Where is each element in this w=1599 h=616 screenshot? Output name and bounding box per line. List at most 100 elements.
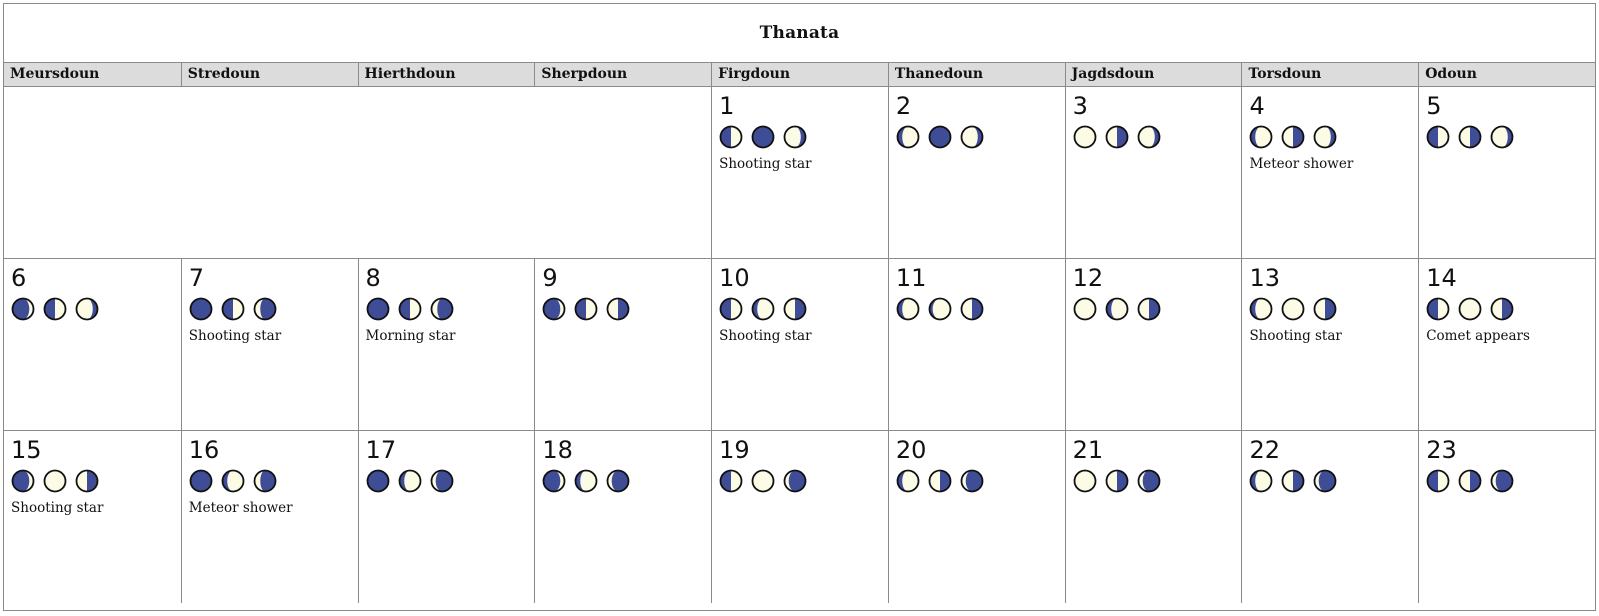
moon-phase-icon (1490, 297, 1514, 321)
moon-phases (896, 296, 1065, 322)
moon-phases (189, 296, 358, 322)
moon-phase-icon (1314, 297, 1337, 321)
day-event: Shooting star (719, 156, 812, 172)
moon-phase-icon (1137, 297, 1161, 321)
day-number: 9 (542, 264, 558, 292)
day-cell: 12 (1064, 259, 1242, 430)
moon-phase-icon (75, 297, 99, 321)
day-cell: 16 Meteor shower (180, 431, 358, 603)
moon-phase-icon (960, 297, 984, 321)
moon-phase-icon (1105, 297, 1129, 321)
weekday-header: Jagdsdoun (1064, 63, 1242, 86)
moon-phase-icon (719, 297, 743, 321)
moon-phase-icon (75, 469, 99, 493)
moon-phase-icon (1458, 469, 1482, 493)
day-cell: 11 (887, 259, 1065, 430)
moon-phase-icon (366, 297, 389, 321)
day-number: 5 (1426, 92, 1442, 120)
moon-phase-icon (751, 125, 775, 149)
moon-phase-icon (1426, 469, 1450, 493)
moon-phase-icon (430, 469, 453, 493)
day-number: 8 (365, 264, 381, 292)
moon-phase-icon (398, 469, 421, 493)
moon-phase-icon (719, 469, 743, 493)
day-event: Shooting star (719, 328, 812, 344)
day-number: 4 (1249, 92, 1265, 120)
day-number: 15 (11, 436, 42, 464)
moon-phase-icon (1490, 125, 1514, 149)
day-number: 16 (188, 436, 220, 464)
moon-phase-icon (1105, 125, 1129, 149)
day-cell: 18 (534, 431, 711, 603)
day-number: 12 (1072, 264, 1104, 292)
moon-phases (1249, 124, 1418, 150)
moon-phase-icon (783, 469, 807, 493)
moon-phase-icon (1073, 125, 1097, 149)
moon-phase-icon (928, 469, 952, 493)
moon-phase-icon (11, 297, 35, 321)
day-event: Meteor shower (1249, 156, 1354, 172)
moon-phase-icon (928, 297, 952, 321)
moon-phase-icon (1282, 469, 1305, 493)
weekday-header-row: Meursdoun Stredoun Hierthdoun Sherpdoun … (4, 63, 1595, 87)
moon-phase-icon (1426, 125, 1450, 149)
moon-phases (542, 296, 711, 322)
empty-day-cell (534, 87, 711, 258)
moon-phases (366, 296, 535, 322)
moon-phase-icon (189, 469, 213, 493)
moon-phase-icon (751, 469, 775, 493)
moon-phase-icon (1426, 297, 1450, 321)
moon-phase-icon (751, 297, 775, 321)
moon-phase-icon (783, 125, 807, 149)
moon-phase-icon (960, 469, 984, 493)
moon-phase-icon (1458, 297, 1482, 321)
moon-phases (11, 468, 181, 494)
moon-phases (1426, 468, 1595, 494)
day-cell: 13 Shooting star (1241, 259, 1418, 430)
day-event: Morning star (365, 328, 456, 344)
day-cell: 1 Shooting star (711, 87, 888, 258)
moon-phase-icon (1250, 125, 1273, 149)
moon-phase-icon (896, 297, 920, 321)
moon-phase-icon (398, 297, 421, 321)
moon-phase-icon (1137, 125, 1161, 149)
moon-phase-icon (11, 469, 35, 493)
day-number: 6 (11, 264, 27, 292)
day-cell: 3 (1064, 87, 1242, 258)
day-cell: 2 (887, 87, 1065, 258)
moon-phase-icon (542, 297, 566, 321)
day-cell: 17 (357, 431, 535, 603)
day-cell: 19 (711, 431, 888, 603)
moon-phases (719, 468, 888, 494)
moon-phase-icon (1314, 125, 1337, 149)
day-cell: 8 Morning star (357, 259, 535, 430)
weekday-header: Thanedoun (887, 63, 1065, 86)
moon-phases (189, 468, 358, 494)
day-number: 14 (1426, 264, 1457, 292)
day-number: 21 (1072, 436, 1104, 464)
weekday-header: Hierthdoun (357, 63, 535, 86)
calendar-week-row: 6 7 Shooting star 8 Morning star 9 10 Shooting … (4, 259, 1595, 431)
moon-phase-icon (574, 297, 598, 321)
day-number: 19 (719, 436, 750, 464)
moon-phases (1249, 296, 1418, 322)
weekday-header: Odoun (1418, 63, 1595, 86)
day-number: 20 (895, 436, 927, 464)
moon-phases (1249, 468, 1418, 494)
moon-phase-icon (1105, 469, 1129, 493)
calendar-week-row: 15 Shooting star 16 Meteor shower 17 18 19 20 21… (4, 431, 1595, 603)
day-number: 11 (895, 264, 927, 292)
day-number: 23 (1426, 436, 1457, 464)
moon-phase-icon (606, 297, 630, 321)
moon-phases (366, 468, 535, 494)
moon-phases (11, 296, 181, 322)
moon-phases (719, 124, 888, 150)
moon-phase-icon (189, 297, 213, 321)
day-number: 10 (719, 264, 750, 292)
moon-phases (1073, 468, 1242, 494)
day-event: Shooting star (11, 500, 104, 516)
moon-phase-icon (1250, 469, 1273, 493)
day-cell: 4 Meteor shower (1241, 87, 1418, 258)
moon-phase-icon (221, 297, 245, 321)
day-number: 7 (188, 264, 205, 292)
